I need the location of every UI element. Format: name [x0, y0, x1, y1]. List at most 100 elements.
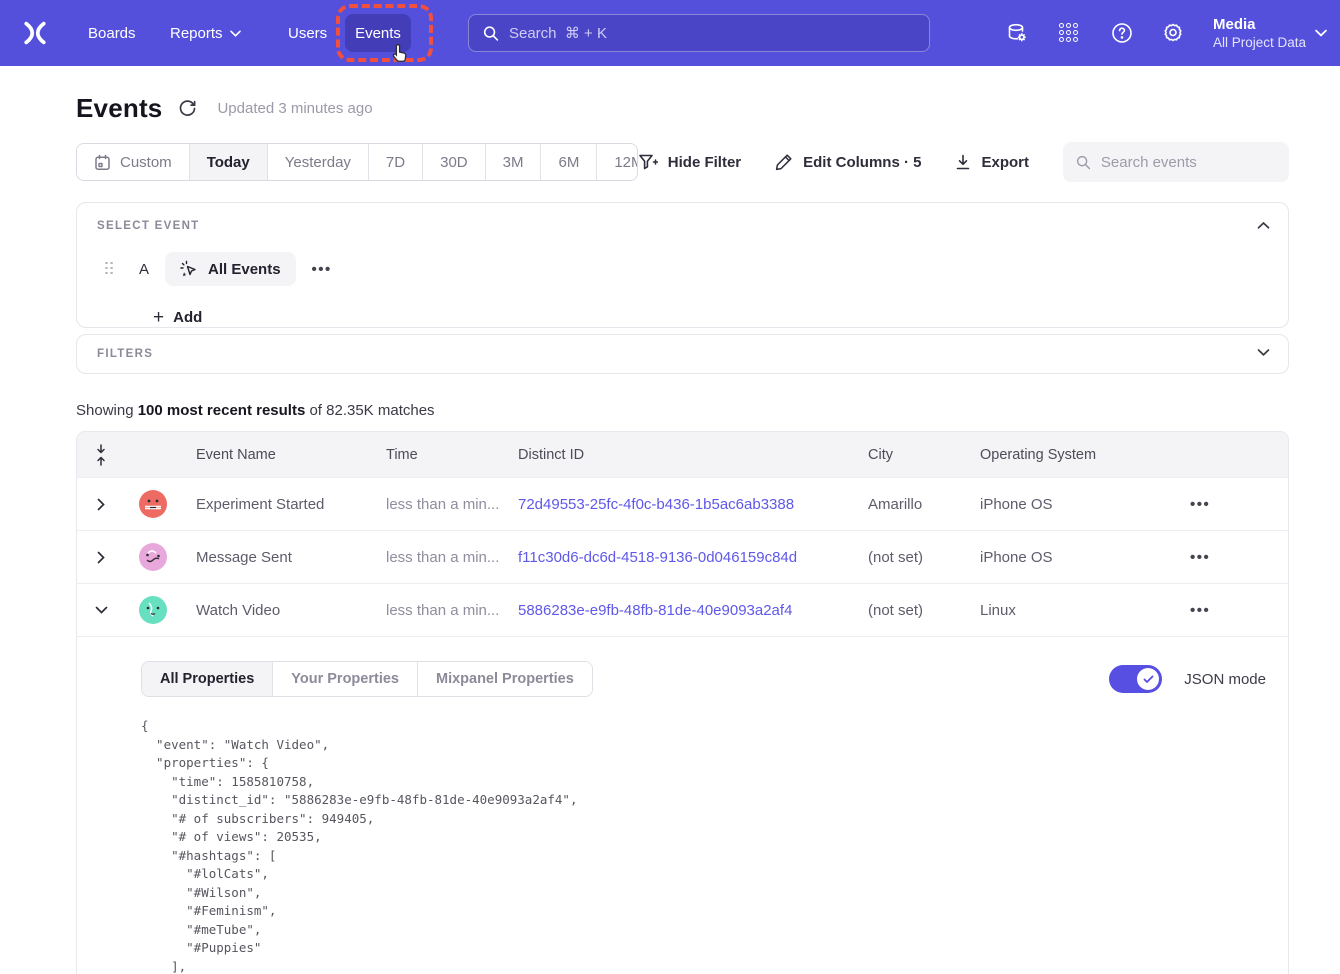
- nav-item-events[interactable]: Events: [345, 14, 411, 52]
- top-navbar: Boards Reports Users Events: [0, 0, 1340, 66]
- collapse-all-icon[interactable]: [77, 444, 125, 466]
- chevron-down-icon: [230, 30, 241, 37]
- apps-grid-icon[interactable]: [1057, 0, 1081, 66]
- table-header-row: Event Name Time Distinct ID City Operati…: [77, 432, 1288, 477]
- cell-event-name: Experiment Started: [181, 496, 371, 513]
- cell-time: less than a min...: [371, 549, 503, 566]
- results-count: 100 most recent results: [138, 402, 306, 419]
- toggle-knob: [1137, 668, 1159, 690]
- download-icon: [955, 154, 971, 171]
- updated-timestamp: Updated 3 minutes ago: [217, 100, 372, 117]
- date-range-control: Custom Today Yesterday 7D 30D 3M 6M 12M: [76, 143, 638, 181]
- tab-mixpanel-properties[interactable]: Mixpanel Properties: [418, 662, 592, 696]
- date-range-custom[interactable]: Custom: [77, 144, 190, 180]
- collapse-chevron-up-icon[interactable]: [1257, 217, 1270, 235]
- date-range-30d[interactable]: 30D: [423, 144, 486, 180]
- event-selector-all-events[interactable]: All Events: [165, 252, 296, 286]
- hide-filter-label: Hide Filter: [668, 154, 741, 171]
- row-expand-chevron-right-icon[interactable]: [77, 498, 125, 511]
- help-icon[interactable]: [1110, 0, 1134, 66]
- edit-columns-label: Edit Columns · 5: [803, 154, 921, 171]
- nav-item-users[interactable]: Users: [288, 0, 327, 66]
- row-collapse-chevron-down-icon[interactable]: [77, 606, 125, 614]
- table-row[interactable]: Message Sent less than a min... f11c30d6…: [77, 530, 1288, 583]
- events-search: [1063, 142, 1289, 182]
- project-subtitle: All Project Data: [1213, 34, 1306, 51]
- filter-icon: [638, 153, 658, 171]
- hide-filter-button[interactable]: Hide Filter: [638, 153, 741, 171]
- date-range-7d[interactable]: 7D: [369, 144, 423, 180]
- distinct-id-link[interactable]: f11c30d6-dc6d-4518-9136-0d046159c84d: [518, 549, 797, 566]
- nav-item-reports[interactable]: Reports: [170, 0, 241, 66]
- settings-gear-icon[interactable]: [1161, 0, 1185, 66]
- refresh-icon[interactable]: [178, 99, 197, 118]
- date-range-3m[interactable]: 3M: [486, 144, 542, 180]
- plus-icon: +: [153, 308, 164, 327]
- filters-label: FILTERS: [97, 348, 153, 360]
- results-summary: Showing 100 most recent results of 82.35…: [76, 402, 1289, 419]
- add-event-button[interactable]: + Add: [153, 308, 1268, 327]
- event-row-letter: A: [139, 261, 149, 278]
- col-header-city[interactable]: City: [853, 447, 965, 463]
- event-sparkle-cursor-icon: [180, 260, 199, 279]
- project-chevron-down-icon[interactable]: [1315, 0, 1327, 66]
- date-range-yesterday[interactable]: Yesterday: [268, 144, 369, 180]
- expand-chevron-down-icon[interactable]: [1257, 344, 1270, 362]
- nav-item-reports-label: Reports: [170, 25, 223, 42]
- cell-os: iPhone OS: [965, 549, 1175, 566]
- event-avatar: [139, 543, 167, 571]
- data-management-icon[interactable]: [1005, 0, 1029, 66]
- events-search-input[interactable]: [1101, 154, 1276, 171]
- table-row[interactable]: Experiment Started less than a min... 72…: [77, 477, 1288, 530]
- event-avatar: [139, 490, 167, 518]
- event-more-options-button[interactable]: •••: [312, 261, 332, 278]
- date-range-6m[interactable]: 6M: [541, 144, 597, 180]
- tab-all-properties[interactable]: All Properties: [142, 662, 273, 696]
- filters-panel[interactable]: FILTERS: [76, 334, 1289, 374]
- cell-time: less than a min...: [371, 496, 503, 513]
- project-name: Media: [1213, 15, 1256, 34]
- json-mode-label: JSON mode: [1184, 671, 1266, 688]
- calendar-icon: [94, 154, 111, 171]
- events-table: Event Name Time Distinct ID City Operati…: [76, 431, 1289, 974]
- project-selector[interactable]: Media All Project Data: [1213, 0, 1306, 66]
- cell-time: less than a min...: [371, 602, 503, 619]
- pencil-icon: [775, 153, 793, 171]
- search-icon: [483, 25, 499, 42]
- date-range-12m[interactable]: 12M: [597, 144, 637, 180]
- distinct-id-link[interactable]: 72d49553-25fc-4f0c-b436-1b5ac6ab3388: [518, 496, 794, 513]
- date-range-today[interactable]: Today: [190, 144, 268, 180]
- global-search: [468, 14, 930, 52]
- table-row-expanded[interactable]: Watch Video less than a min... 5886283e-…: [77, 583, 1288, 636]
- export-button[interactable]: Export: [955, 154, 1029, 171]
- results-suffix: of 82.35K matches: [305, 402, 434, 419]
- check-icon: [1143, 675, 1154, 684]
- col-header-time[interactable]: Time: [371, 447, 503, 463]
- row-expand-chevron-right-icon[interactable]: [77, 551, 125, 564]
- select-event-panel: SELECT EVENT A All Events ••• + Add: [76, 202, 1289, 328]
- properties-tabs: All Properties Your Properties Mixpanel …: [141, 661, 593, 697]
- cell-city: Amarillo: [853, 496, 965, 513]
- mixpanel-logo[interactable]: [20, 0, 50, 66]
- add-event-label: Add: [173, 309, 202, 326]
- drag-handle[interactable]: [105, 262, 115, 277]
- row-more-options-button[interactable]: •••: [1190, 602, 1210, 619]
- edit-columns-button[interactable]: Edit Columns · 5: [775, 153, 921, 171]
- nav-item-boards[interactable]: Boards: [88, 0, 136, 66]
- cell-city: (not set): [853, 602, 965, 619]
- json-mode-toggle[interactable]: [1109, 665, 1162, 693]
- results-prefix: Showing: [76, 402, 138, 419]
- cell-city: (not set): [853, 549, 965, 566]
- col-header-event-name[interactable]: Event Name: [181, 447, 371, 463]
- page-title: Events: [76, 93, 162, 124]
- tab-your-properties[interactable]: Your Properties: [273, 662, 418, 696]
- global-search-input[interactable]: [509, 25, 915, 42]
- distinct-id-link[interactable]: 5886283e-e9fb-48fb-81de-40e9093a2af4: [518, 602, 792, 619]
- col-header-distinct-id[interactable]: Distinct ID: [503, 447, 853, 463]
- cell-os: Linux: [965, 602, 1175, 619]
- row-more-options-button[interactable]: •••: [1190, 496, 1210, 513]
- col-header-operating-system[interactable]: Operating System: [965, 447, 1175, 463]
- export-label: Export: [981, 154, 1029, 171]
- row-more-options-button[interactable]: •••: [1190, 549, 1210, 566]
- event-detail-panel: All Properties Your Properties Mixpanel …: [77, 636, 1288, 974]
